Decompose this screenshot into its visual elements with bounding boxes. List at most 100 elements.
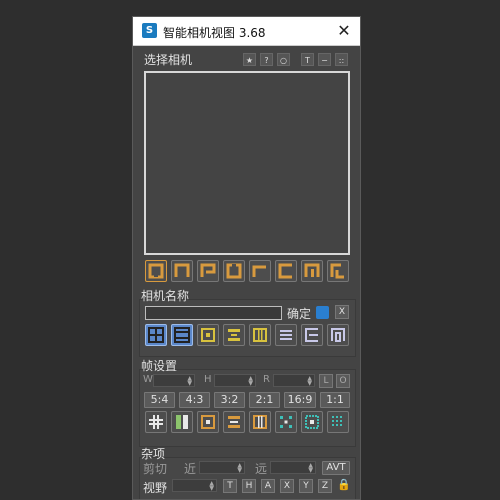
frame-icon: [252, 265, 266, 277]
z-button[interactable]: Z: [318, 479, 332, 493]
camera-slot-1-button[interactable]: [145, 260, 167, 282]
camera-slot-4-button[interactable]: [223, 260, 245, 282]
guide-1-button[interactable]: [145, 411, 167, 433]
camera-slot-3-button[interactable]: [197, 260, 219, 282]
camera-slot-8-button[interactable]: [327, 260, 349, 282]
frame-icon: [304, 263, 320, 277]
smart-camera-view-window: S 智能相机视图 3.68 ✕ 选择相机 ★ ? ○ T − :: 相机名称 确…: [132, 16, 361, 500]
frame-icon: [174, 263, 190, 277]
camera-slot-2-button[interactable]: [171, 260, 193, 282]
layout-8-button[interactable]: [327, 324, 349, 346]
grid-cross-icon: [149, 415, 163, 429]
n-frame-icon: [331, 328, 345, 342]
spinner-arrows-icon: ▲ ▼: [307, 375, 312, 387]
center-frame-icon: [201, 415, 215, 429]
fov-label: 视野: [143, 481, 168, 495]
star-button[interactable]: ★: [243, 53, 256, 66]
camera-list[interactable]: [144, 71, 350, 255]
ratio-5-4-button[interactable]: 5:4: [144, 392, 175, 408]
ratio-4-3-button[interactable]: 4:3: [179, 392, 210, 408]
stacked-bars-icon: [228, 329, 240, 341]
frame-icon: [148, 263, 164, 279]
x-button[interactable]: X: [280, 479, 294, 493]
spinner-arrows-icon: ▲ ▼: [237, 462, 242, 474]
near-clip-spinner[interactable]: ▲ ▼: [199, 461, 245, 474]
ring-frame-icon: [305, 415, 319, 429]
thirds-icon: [228, 416, 240, 428]
frame-icon: [330, 263, 344, 279]
guide-3-button[interactable]: [197, 411, 219, 433]
grid-button[interactable]: ::: [335, 53, 348, 66]
frame-bars-icon: [174, 327, 190, 343]
ratio-1-1-button[interactable]: 1:1: [320, 392, 350, 408]
camera-slot-6-button[interactable]: [275, 260, 297, 282]
frame-icon: [226, 263, 242, 279]
lines-icon: [280, 330, 292, 340]
title-bar[interactable]: S 智能相机视图 3.68 ✕: [133, 17, 360, 46]
split-panel-icon: [176, 415, 188, 429]
far-clip-spinner[interactable]: ▲ ▼: [270, 461, 316, 474]
near-label: 近: [184, 462, 197, 476]
spinner-arrows-icon: ▲ ▼: [308, 462, 313, 474]
layout-5-button[interactable]: [249, 324, 271, 346]
guide-2-button[interactable]: [171, 411, 193, 433]
layout-6-button[interactable]: [275, 324, 297, 346]
fov-spinner[interactable]: ▲ ▼: [172, 479, 217, 492]
help-button[interactable]: ?: [260, 53, 273, 66]
window-title: 智能相机视图 3.68: [163, 26, 266, 40]
camera-name-label: 相机名称: [141, 289, 190, 303]
ratio-spinner[interactable]: ▲ ▼: [273, 374, 315, 387]
frame-settings-label: 帧设置: [141, 359, 178, 373]
a-button[interactable]: A: [261, 479, 275, 493]
layout-2-button[interactable]: [171, 324, 193, 346]
frame-icon: [200, 263, 216, 277]
confirm-button[interactable]: 确定: [287, 305, 311, 322]
width-spinner[interactable]: ▲ ▼: [153, 374, 195, 387]
frame-icon: [278, 263, 292, 279]
h-button[interactable]: H: [242, 479, 256, 493]
vertical-thirds-icon: [253, 415, 267, 429]
far-label: 远: [255, 462, 268, 476]
split-vertical-icon: [148, 327, 164, 343]
clip-label: 剪切: [143, 462, 168, 476]
settings-button[interactable]: ○: [277, 53, 290, 66]
w-label: W: [143, 374, 153, 385]
spinner-arrows-icon: ▲ ▼: [209, 480, 214, 492]
ratio-3-2-button[interactable]: 3:2: [214, 392, 245, 408]
layout-3-button[interactable]: [197, 324, 219, 346]
camera-slot-5-button[interactable]: [249, 260, 271, 282]
text-button[interactable]: T: [301, 53, 314, 66]
layout-7-button[interactable]: [301, 324, 323, 346]
camera-slot-7-button[interactable]: [301, 260, 323, 282]
lock-icon[interactable]: 🔒: [337, 478, 351, 491]
diagonal-dots-icon: [280, 416, 292, 428]
ratio-16-9-button[interactable]: 16:9: [284, 392, 316, 408]
avt-button[interactable]: AVT: [322, 461, 350, 475]
clear-x-button[interactable]: X: [335, 305, 349, 319]
guide-5-button[interactable]: [249, 411, 271, 433]
select-camera-label: 选择相机: [144, 53, 193, 67]
layout-1-button[interactable]: [145, 324, 167, 346]
camera-name-input[interactable]: [145, 306, 282, 320]
e-frame-icon: [305, 328, 318, 342]
spinner-arrows-icon: ▲ ▼: [248, 375, 253, 387]
guide-8-button[interactable]: [327, 411, 349, 433]
columns-icon: [253, 328, 267, 342]
close-button[interactable]: ✕: [334, 21, 354, 41]
l-button[interactable]: L: [319, 374, 333, 388]
square-center-icon: [201, 328, 215, 342]
guide-4-button[interactable]: [223, 411, 245, 433]
ratio-2-1-button[interactable]: 2:1: [249, 392, 280, 408]
blue-dot-icon[interactable]: [316, 306, 329, 319]
guide-7-button[interactable]: [301, 411, 323, 433]
y-button[interactable]: Y: [299, 479, 313, 493]
t-button[interactable]: T: [223, 479, 237, 493]
o-button[interactable]: O: [336, 374, 350, 388]
app-icon: S: [142, 23, 157, 38]
layout-4-button[interactable]: [223, 324, 245, 346]
dot-grid-icon: [332, 416, 342, 426]
r-label: R: [263, 374, 270, 385]
guide-6-button[interactable]: [275, 411, 297, 433]
minimize-button[interactable]: −: [318, 53, 331, 66]
height-spinner[interactable]: ▲ ▼: [214, 374, 256, 387]
